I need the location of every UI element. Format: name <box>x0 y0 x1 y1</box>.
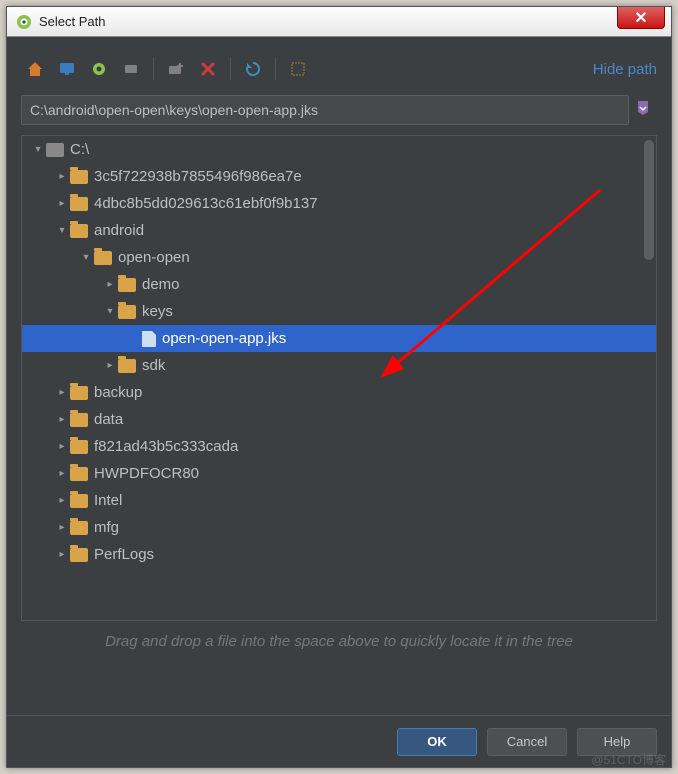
folder-icon <box>118 359 136 373</box>
chevron-right-icon[interactable] <box>54 198 70 209</box>
chevron-right-icon[interactable] <box>54 468 70 479</box>
ok-button[interactable]: OK <box>397 728 477 756</box>
home-icon[interactable] <box>21 55 49 83</box>
folder-icon <box>118 278 136 292</box>
drag-hint: Drag and drop a file into the space abov… <box>21 621 657 652</box>
tree-label: Intel <box>94 492 122 509</box>
tree-label: 3c5f722938b7855496f986ea7e <box>94 168 302 185</box>
toolbar: Hide path <box>21 51 657 87</box>
drive-icon <box>46 143 64 157</box>
folder-icon <box>70 440 88 454</box>
tree-row[interactable]: HWPDFOCR80 <box>22 460 656 487</box>
tree-label: C:\ <box>70 141 89 158</box>
chevron-right-icon[interactable] <box>54 414 70 425</box>
tree-label: sdk <box>142 357 165 374</box>
toolbar-sep-1 <box>153 58 154 80</box>
folder-icon <box>70 494 88 508</box>
tree-label: android <box>94 222 144 239</box>
tree-label: keys <box>142 303 173 320</box>
tree-row[interactable]: f821ad43b5c333cada <box>22 433 656 460</box>
toolbar-sep-3 <box>275 58 276 80</box>
file-icon <box>142 331 156 347</box>
file-tree[interactable]: C:\ 3c5f722938b7855496f986ea7e 4dbc8b5dd02… <box>21 135 657 621</box>
path-box <box>21 95 657 125</box>
chevron-down-icon[interactable] <box>78 252 94 263</box>
tree-label: 4dbc8b5dd029613c61ebf0f9b137 <box>94 195 318 212</box>
folder-icon <box>70 170 88 184</box>
folder-icon <box>70 386 88 400</box>
tree-row[interactable]: 4dbc8b5dd029613c61ebf0f9b137 <box>22 190 656 217</box>
folder-icon <box>70 467 88 481</box>
tree-label: mfg <box>94 519 119 536</box>
new-folder-icon[interactable] <box>162 55 190 83</box>
folder-icon <box>70 224 88 238</box>
tree-row-selected[interactable]: open-open-app.jks <box>22 325 656 352</box>
tree-label: open-open <box>118 249 190 266</box>
folder-icon <box>70 413 88 427</box>
tree-row[interactable]: C:\ <box>22 136 656 163</box>
desktop-icon[interactable] <box>53 55 81 83</box>
dialog-footer: OK Cancel Help <box>7 715 671 767</box>
tree-label: open-open-app.jks <box>162 330 286 347</box>
show-hidden-icon[interactable] <box>284 55 312 83</box>
watermark: @51CTO博客 <box>591 751 666 768</box>
chevron-down-icon[interactable] <box>102 306 118 317</box>
window-close-button[interactable]: ✕ <box>617 7 665 29</box>
tree-label: f821ad43b5c333cada <box>94 438 238 455</box>
app-icon <box>15 13 33 31</box>
scrollbar-thumb[interactable] <box>644 140 654 260</box>
tree-label: data <box>94 411 123 428</box>
history-dropdown-icon[interactable] <box>635 100 657 121</box>
tree-row[interactable]: open-open <box>22 244 656 271</box>
tree-row[interactable]: backup <box>22 379 656 406</box>
module-icon[interactable] <box>117 55 145 83</box>
tree-label: HWPDFOCR80 <box>94 465 199 482</box>
titlebar[interactable]: Select Path ✕ <box>7 7 671 37</box>
tree-row[interactable]: sdk <box>22 352 656 379</box>
folder-icon <box>70 548 88 562</box>
dialog-window: Select Path ✕ Hide path C: <box>6 6 672 768</box>
chevron-right-icon[interactable] <box>102 360 118 371</box>
chevron-right-icon[interactable] <box>54 171 70 182</box>
toolbar-sep-2 <box>230 58 231 80</box>
folder-icon <box>118 305 136 319</box>
chevron-right-icon[interactable] <box>54 549 70 560</box>
window-buttons: ✕ <box>617 7 671 36</box>
chevron-right-icon[interactable] <box>54 495 70 506</box>
folder-icon <box>70 197 88 211</box>
folder-icon <box>70 521 88 535</box>
window-title: Select Path <box>39 14 617 29</box>
chevron-down-icon[interactable] <box>54 225 70 236</box>
tree-label: PerfLogs <box>94 546 154 563</box>
path-input[interactable] <box>21 95 629 125</box>
tree-row[interactable]: mfg <box>22 514 656 541</box>
chevron-down-icon[interactable] <box>30 144 46 155</box>
hide-path-link[interactable]: Hide path <box>593 61 657 78</box>
chevron-right-icon[interactable] <box>54 522 70 533</box>
tree-label: demo <box>142 276 180 293</box>
refresh-icon[interactable] <box>239 55 267 83</box>
tree-label: backup <box>94 384 142 401</box>
tree-row[interactable]: android <box>22 217 656 244</box>
tree-row[interactable]: Intel <box>22 487 656 514</box>
chevron-right-icon[interactable] <box>102 279 118 290</box>
folder-icon <box>94 251 112 265</box>
tree-row[interactable]: PerfLogs <box>22 541 656 568</box>
delete-icon[interactable] <box>194 55 222 83</box>
cancel-button[interactable]: Cancel <box>487 728 567 756</box>
tree-row[interactable]: keys <box>22 298 656 325</box>
dialog-body: Hide path C:\ 3c5f722938b7855496f986ea7e 4… <box>7 37 671 767</box>
chevron-right-icon[interactable] <box>54 387 70 398</box>
tree-row[interactable]: 3c5f722938b7855496f986ea7e <box>22 163 656 190</box>
chevron-right-icon[interactable] <box>54 441 70 452</box>
tree-row[interactable]: data <box>22 406 656 433</box>
tree-row[interactable]: demo <box>22 271 656 298</box>
project-icon[interactable] <box>85 55 113 83</box>
